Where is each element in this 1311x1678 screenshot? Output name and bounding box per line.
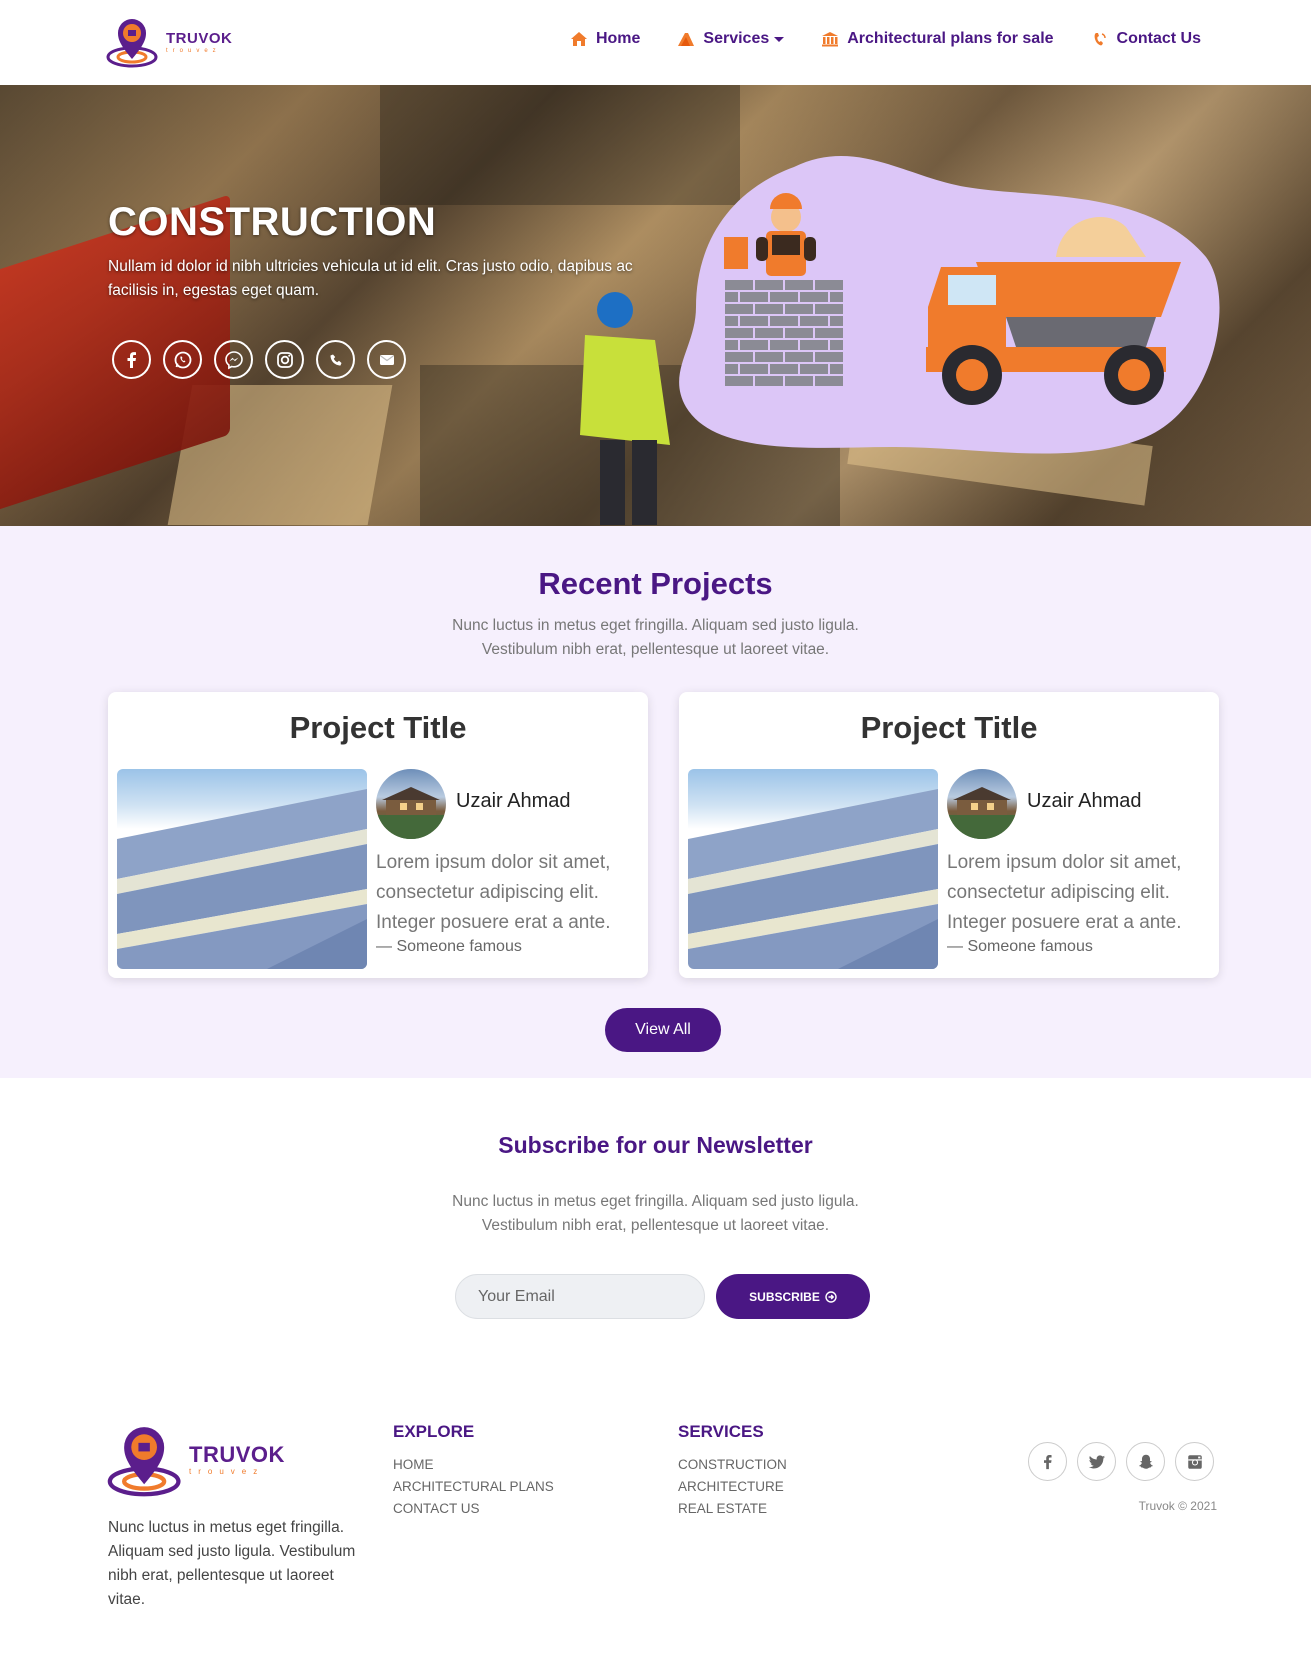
subscribe-button[interactable]: SUBSCRIBE (716, 1274, 870, 1319)
footer-services-column: SERVICES CONSTRUCTION ARCHITECTURE REAL … (678, 1422, 787, 1520)
chevron-down-icon (774, 36, 785, 42)
project-quote: Lorem ipsum dolor sit amet, consectetur … (947, 852, 1182, 933)
project-quote-cite: — Someone famous (947, 938, 1093, 955)
snapchat-icon (1138, 1454, 1153, 1469)
project-card-title: Project Title (860, 710, 1038, 745)
newsletter-subtitle-line2: Vestibulum nibh erat, pellentesque ut la… (481, 1217, 830, 1234)
facebook-link[interactable] (112, 340, 151, 379)
newsletter-section: Subscribe for our Newsletter Nunc luctus… (0, 1078, 1311, 1368)
footer-link-contact-us[interactable]: CONTACT US (393, 1498, 554, 1520)
avatar (376, 769, 446, 839)
recent-projects-subtitle-line2: Vestibulum nibh erat, pellentesque ut la… (481, 641, 830, 658)
newsletter-subtitle-line1: Nunc luctus in metus eget fringilla. Ali… (452, 1193, 859, 1210)
whatsapp-icon (174, 351, 191, 368)
project-author: Uzair Ahmad (456, 790, 571, 812)
main-nav: Home Services Architectural plans for sa… (533, 30, 1201, 48)
nav-item-label: Home (595, 30, 641, 47)
construction-illustration (679, 156, 1220, 454)
instagram-icon (1187, 1454, 1202, 1469)
subscribe-button-label: SUBSCRIBE (749, 1289, 820, 1304)
recent-projects-subtitle-line1: Nunc luctus in metus eget fringilla. Ali… (452, 617, 859, 634)
footer-explore-column: EXPLORE HOME ARCHITECTURAL PLANS CONTACT… (393, 1422, 554, 1520)
hero-title: CONSTRUCTION (108, 200, 437, 244)
footer-snapchat-link[interactable] (1126, 1442, 1165, 1481)
nav-item-label: Architectural plans for sale (847, 30, 1054, 47)
footer-instagram-link[interactable] (1175, 1442, 1214, 1481)
email-link[interactable] (367, 340, 406, 379)
project-card[interactable]: Project Title Uzair Ahmad Lorem ipsum do… (679, 692, 1219, 978)
facebook-icon (1043, 1454, 1052, 1469)
messenger-link[interactable] (214, 340, 253, 379)
nav-item-label: Contact Us (1116, 30, 1201, 47)
arrow-circle-right-icon (825, 1290, 837, 1303)
footer-link-architectural-plans[interactable]: ARCHITECTURAL PLANS (393, 1476, 554, 1498)
footer-link-construction[interactable]: CONSTRUCTION (678, 1454, 787, 1476)
hero-text: Nullam id dolor id nibh ultricies vehicu… (108, 258, 633, 299)
footer-link-architecture[interactable]: ARCHITECTURE (678, 1476, 787, 1498)
footer-link-home[interactable]: HOME (393, 1454, 554, 1476)
nav-item-architectural-plans[interactable]: Architectural plans for sale (820, 30, 1054, 48)
footer-brand-tagline: trouvez (189, 1467, 265, 1476)
whatsapp-link[interactable] (163, 340, 202, 379)
email-input[interactable] (455, 1274, 705, 1319)
services-icon (676, 30, 696, 48)
twitter-icon (1088, 1454, 1105, 1468)
nav-item-services[interactable]: Services (676, 30, 785, 48)
nav-item-label: Services (703, 30, 770, 47)
project-author: Uzair Ahmad (1027, 790, 1142, 812)
messenger-icon (224, 350, 243, 369)
nav-item-contact-us[interactable]: Contact Us (1090, 30, 1201, 48)
phone-icon (330, 354, 341, 365)
navbar: TRUVOK trouvez Home Services Architectur… (0, 0, 1311, 85)
location-pin-logo-icon (106, 19, 158, 68)
footer-twitter-link[interactable] (1077, 1442, 1116, 1481)
nav-item-home[interactable]: Home (569, 30, 640, 48)
recent-projects-section: Recent Projects Nunc luctus in metus ege… (0, 526, 1311, 1078)
phone-link[interactable] (316, 340, 355, 379)
project-quote-cite: — Someone famous (376, 938, 522, 955)
brick-wall-illustration (723, 278, 845, 388)
brand-logo[interactable]: TRUVOK trouvez (106, 14, 236, 70)
avatar (947, 769, 1017, 839)
hero-social-links (112, 340, 406, 379)
footer-about-text: Nunc luctus in metus eget fringilla. Ali… (108, 1519, 356, 1608)
project-quote: Lorem ipsum dolor sit amet, consectetur … (376, 852, 611, 933)
instagram-icon (276, 351, 293, 368)
phone-icon (1090, 30, 1110, 48)
home-icon (569, 30, 589, 48)
brand-tagline: trouvez (166, 47, 221, 54)
footer-brand-logo[interactable]: TRUVOK trouvez (107, 1420, 287, 1500)
instagram-link[interactable] (265, 340, 304, 379)
project-card[interactable]: Project Title Uzair Ahmad Lorem ipsum do… (108, 692, 648, 978)
location-pin-logo-icon (107, 1427, 181, 1497)
footer-brand-name: TRUVOK (189, 1442, 285, 1467)
copyright-text: Truvok © 2021 (1138, 1499, 1217, 1513)
project-card-title: Project Title (289, 710, 467, 745)
view-all-button[interactable]: View All (605, 1008, 721, 1052)
bank-icon (820, 30, 840, 48)
footer-services-heading: SERVICES (678, 1422, 764, 1441)
email-icon (379, 354, 394, 365)
recent-projects-title: Recent Projects (538, 566, 773, 601)
brand-name: TRUVOK (166, 29, 233, 47)
hero-banner: CONSTRUCTION Nullam id dolor id nibh ult… (0, 85, 1311, 526)
footer-explore-heading: EXPLORE (393, 1422, 475, 1441)
newsletter-title: Subscribe for our Newsletter (498, 1132, 813, 1158)
project-image (688, 769, 938, 969)
facebook-icon (127, 351, 136, 368)
project-image (117, 769, 367, 969)
footer-facebook-link[interactable] (1028, 1442, 1067, 1481)
footer-link-real-estate[interactable]: REAL ESTATE (678, 1498, 787, 1520)
footer: TRUVOK trouvez Nunc luctus in metus eget… (0, 1368, 1311, 1678)
footer-social-links (1028, 1442, 1214, 1481)
